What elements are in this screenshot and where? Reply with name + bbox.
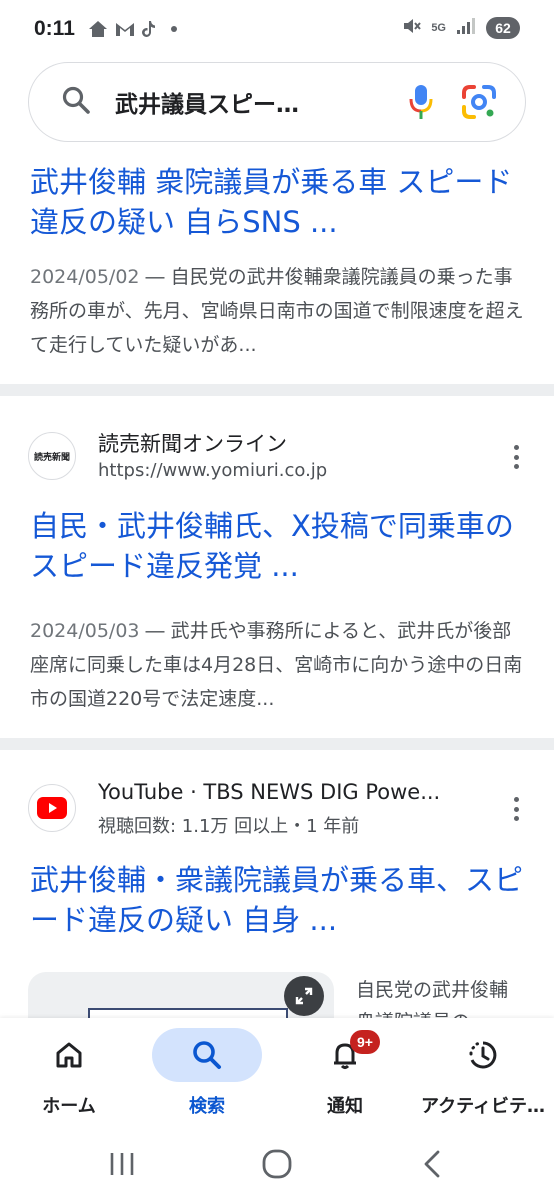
result-title-link[interactable]: 武井俊輔・衆議院議員が乗る車、スピード違反の疑い 自身 ...: [30, 860, 530, 940]
search-icon: [61, 85, 91, 119]
back-icon[interactable]: [410, 1142, 454, 1186]
result-snippet: 2024/05/02 ― 自民党の武井俊輔衆議院議員の乗った事務所の車が、先月、…: [30, 260, 530, 362]
home-icon: [56, 1042, 82, 1068]
result-source[interactable]: 読売新聞 読売新聞オンライン https://www.yomiuri.co.jp: [28, 428, 528, 488]
nav-item-activity[interactable]: アクティビテ…: [414, 1018, 552, 1128]
nav-label: 検索: [189, 1096, 225, 1117]
nav-label: アクティビテ…: [420, 1096, 546, 1117]
notification-badge: 9+: [350, 1030, 380, 1054]
result-snippet: 2024/05/03 ― 武井氏や事務所によると、武井氏が後部座席に同乗した車は…: [30, 614, 530, 716]
results-list: 武井俊輔 衆院議員が乗る車 スピード違反の疑い 自らSNS ... 2024/0…: [0, 158, 554, 1020]
more-options-icon[interactable]: [504, 794, 528, 824]
result-date: 2024/05/02: [30, 266, 140, 288]
home-status-icon: [87, 20, 109, 38]
status-time: 0:11: [34, 17, 75, 40]
recent-apps-icon[interactable]: [100, 1142, 144, 1186]
nav-icon-container: [14, 1028, 124, 1082]
youtube-icon: [37, 797, 67, 819]
bottom-navigation: ホーム 検索 9+ 通知 アクティビテ…: [0, 1018, 554, 1128]
nav-icon-container: [428, 1028, 538, 1082]
nav-icon-container: [290, 1028, 400, 1082]
result-source[interactable]: YouTube · TBS NEWS DIG Powe... 視聴回数: 1.1…: [28, 780, 528, 840]
screen: 0:11 5G 62 武井議員スピー… 武井俊輔 衆院議員が乗る車 スピード違反…: [0, 0, 554, 1200]
lens-icon[interactable]: [457, 80, 501, 124]
signal-icon: [456, 17, 476, 39]
site-url: https://www.yomiuri.co.jp: [98, 460, 328, 481]
search-query[interactable]: 武井議員スピー…: [115, 85, 385, 119]
result-card: YouTube · TBS NEWS DIG Powe... 視聴回数: 1.1…: [0, 750, 554, 1020]
nav-label: ホーム: [42, 1096, 96, 1117]
status-bar: 0:11 5G 62: [0, 0, 554, 58]
video-description: 自民党の武井俊輔衆議院議員の: [356, 979, 509, 1020]
more-options-icon[interactable]: [504, 442, 528, 472]
site-favicon: [28, 784, 76, 832]
battery-indicator: 62: [486, 17, 520, 39]
expand-icon[interactable]: [284, 976, 324, 1016]
gmail-status-icon: [115, 21, 135, 37]
result-card: 読売新聞 読売新聞オンライン https://www.yomiuri.co.jp…: [0, 396, 554, 740]
mute-icon: [401, 16, 422, 40]
search-bar[interactable]: 武井議員スピー…: [28, 62, 526, 142]
site-name: 読売新聞オンライン: [98, 432, 287, 456]
nav-item-notifications[interactable]: 9+ 通知: [276, 1018, 414, 1128]
site-favicon: 読売新聞: [28, 432, 76, 480]
nav-label: 通知: [327, 1096, 363, 1117]
result-date: 2024/05/03: [30, 620, 140, 642]
tiktok-status-icon: [141, 20, 157, 38]
search-icon: [193, 1041, 221, 1069]
nav-item-home[interactable]: ホーム: [0, 1018, 138, 1128]
home-button-icon[interactable]: [255, 1142, 299, 1186]
result-separator: [0, 384, 554, 396]
system-navigation: [0, 1128, 554, 1200]
activity-icon: [469, 1041, 497, 1069]
mic-icon[interactable]: [399, 80, 443, 124]
result-separator: [0, 738, 554, 750]
site-name: YouTube · TBS NEWS DIG Powe...: [98, 780, 441, 804]
notification-dot-icon: [170, 26, 177, 32]
network-label: 5G: [431, 22, 446, 34]
nav-icon-container: [152, 1028, 262, 1082]
nav-item-search[interactable]: 検索: [138, 1018, 276, 1128]
result-card: 武井俊輔 衆院議員が乗る車 スピード違反の疑い 自らSNS ... 2024/0…: [0, 158, 554, 386]
result-title-link[interactable]: 自民・武井俊輔氏、X投稿で同乗車のスピード違反発覚 ...: [30, 506, 530, 586]
video-meta: 視聴回数: 1.1万 回以上・1 年前: [98, 816, 360, 837]
result-title-link[interactable]: 武井俊輔 衆院議員が乗る車 スピード違反の疑い 自らSNS ...: [30, 162, 530, 242]
yomiuri-logo: 読売新聞: [33, 452, 70, 463]
status-right: 5G 62: [401, 16, 520, 40]
